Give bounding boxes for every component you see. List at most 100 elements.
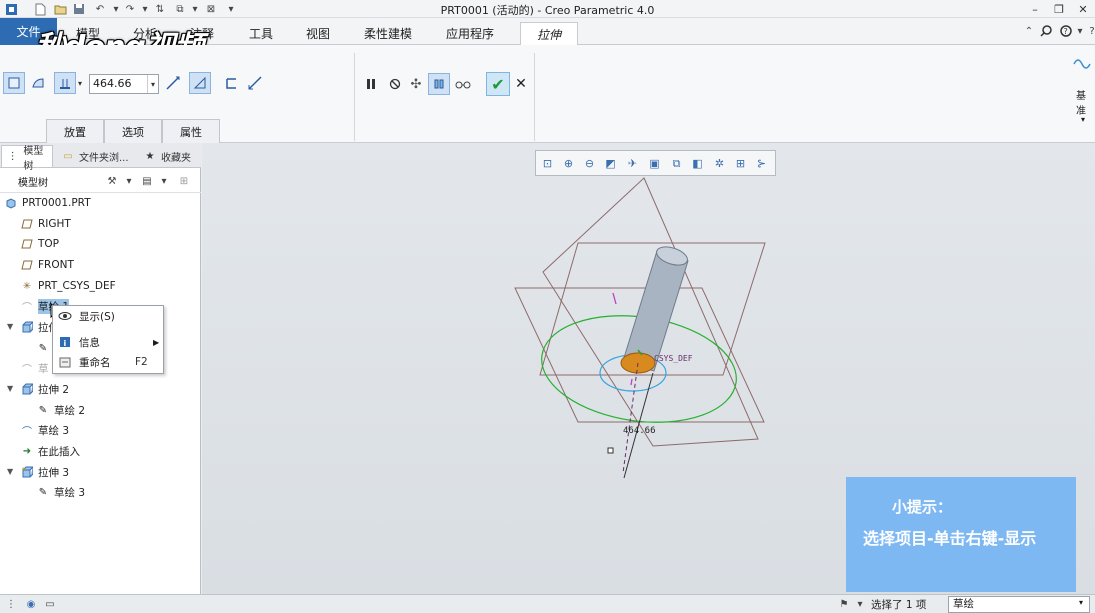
tree-item-right[interactable]: RIGHT [20, 215, 71, 233]
tab-applications[interactable]: 应用程序 [434, 22, 506, 45]
depth-type-dropdown-icon[interactable]: ▾ [75, 72, 85, 94]
attached-preview-icon[interactable] [428, 73, 450, 95]
model-tree-toolbar: 模型树 ⚒ ▾ ▤ ▾ ⊞ [0, 169, 201, 193]
tree-item-csys[interactable]: ✳ PRT_CSYS_DEF [20, 277, 116, 295]
tab-flexible-modeling[interactable]: 柔性建模 [352, 22, 424, 45]
tree-item-top[interactable]: TOP [20, 235, 59, 253]
no-preview-icon[interactable] [384, 73, 406, 95]
tree-item-part[interactable]: PRT0001.PRT [4, 194, 91, 212]
rename-icon [58, 355, 72, 369]
tree-item-sketch-hidden[interactable]: ⌒ 草 [20, 359, 49, 377]
tab-favorites[interactable]: ★ 收藏夹 [139, 145, 199, 167]
tree-show-dropdown-icon[interactable]: ▾ [156, 173, 172, 189]
selection-filter-icon[interactable]: ⚑ [836, 596, 852, 612]
tree-item-label: PRT0001.PRT [22, 197, 91, 209]
depth-dropdown-icon[interactable]: ▾ [147, 75, 158, 93]
menu-item-show[interactable]: 显示(S) [53, 307, 163, 325]
navigator-toggle-icon[interactable]: ⋮ [3, 596, 19, 612]
tree-item-sketch-3-child[interactable]: ✎ 草绘 3 [36, 483, 85, 501]
tree-item-label: 拉伸 2 [38, 383, 70, 396]
datum-dropdown-icon[interactable]: ▾ [1081, 115, 1085, 124]
tree-item-label: PRT_CSYS_DEF [38, 280, 116, 292]
menu-item-label: 显示(S) [79, 310, 115, 323]
tree-item-extrude-2[interactable]: 拉伸 2 [20, 380, 69, 398]
pause-icon[interactable] [360, 73, 382, 95]
tree-settings-icon[interactable]: ⚒ [104, 173, 120, 189]
dimension-label[interactable]: 464.66 [623, 426, 656, 436]
tree-item-insert-here[interactable]: ➜ 在此插入 [20, 442, 80, 460]
restore-button[interactable]: ❐ [1049, 1, 1069, 17]
tab-extrude[interactable]: 拉伸 [520, 22, 578, 45]
datum-plane-icon [20, 217, 34, 231]
remove-material-icon[interactable] [189, 72, 211, 94]
surface-icon[interactable] [27, 72, 49, 94]
menu-item-info[interactable]: i 信息 ▶ [53, 333, 163, 351]
verify-mode-icon[interactable] [452, 73, 474, 95]
drag-handle[interactable] [607, 447, 614, 454]
minimize-button[interactable]: – [1025, 1, 1045, 17]
solid-icon[interactable] [3, 72, 25, 94]
tip-body: 选择项目-单击右键-显示 [863, 529, 1037, 548]
model-tree-title: 模型树 [18, 178, 48, 189]
datum-icon[interactable] [1071, 53, 1093, 75]
search-icon[interactable] [1038, 23, 1054, 39]
datum-label[interactable]: 基准 [1076, 87, 1095, 117]
submenu-arrow-icon: ▶ [153, 337, 160, 347]
close-button[interactable]: ✕ [1073, 1, 1093, 17]
tree-item-front[interactable]: FRONT [20, 256, 74, 274]
depth-type-icon[interactable] [54, 72, 76, 94]
show-eye-icon [58, 309, 72, 323]
full-screen-icon[interactable]: ▭ [42, 596, 58, 612]
tab-view[interactable]: 视图 [294, 22, 342, 45]
tree-show-icon[interactable]: ▤ [139, 173, 155, 189]
expand-extrude-2-icon[interactable]: ▼ [7, 384, 13, 393]
tip-title: 小提示： [892, 498, 953, 516]
tab-properties[interactable]: 属性 [162, 119, 220, 143]
tab-tools[interactable]: 工具 [237, 22, 285, 45]
tree-item-label: 草 [38, 362, 49, 375]
tree-filter-icon[interactable]: ⊞ [176, 173, 192, 189]
csys-axis [630, 378, 633, 386]
selection-dropdown-icon[interactable]: ▾ [852, 596, 868, 612]
menu-item-rename[interactable]: 重命名 F2 [53, 353, 163, 371]
thicken-sketch-icon[interactable] [220, 72, 242, 94]
tab-folder-browser-label: 文件夹浏... [79, 152, 129, 164]
tip-box: 小提示： 选择项目-单击右键-显示 [846, 477, 1076, 592]
tree-item-sketch-3[interactable]: ⌒ 草绘 3 [20, 421, 69, 439]
csys-label: CSYS_DEF [654, 354, 693, 363]
tree-item-label: RIGHT [38, 218, 71, 230]
expand-extrude-1-icon[interactable]: ▼ [7, 322, 13, 331]
ok-button[interactable]: ✔ [486, 72, 510, 96]
browser-toggle-icon[interactable]: ◉ [23, 596, 39, 612]
tree-item-extrude-3[interactable]: ✶ 拉伸 3 [20, 463, 69, 481]
expand-extrude-3-icon[interactable]: ▼ [7, 467, 13, 476]
tab-model-tree[interactable]: ⋮ 模型树 [1, 145, 53, 172]
sketch-hidden-icon: ⌒ [22, 364, 32, 376]
separate-preview-icon[interactable]: ✣ [405, 73, 427, 95]
tab-model-tree-label: 模型树 [23, 145, 44, 172]
flip-direction-icon[interactable] [162, 72, 184, 94]
tab-placement[interactable]: 放置 [46, 119, 104, 143]
extrude-icon [20, 320, 34, 334]
tab-options[interactable]: 选项 [104, 119, 162, 143]
model-tree-icon: ⋮ [7, 151, 18, 162]
filter-dropdown-icon[interactable]: ▾ [1079, 598, 1083, 607]
tab-folder-browser[interactable]: ▭ 文件夹浏... [57, 145, 137, 167]
tree-item-label: 草绘 3 [38, 424, 70, 437]
extrude-icon [20, 382, 34, 396]
tree-settings-dropdown-icon[interactable]: ▾ [121, 173, 137, 189]
thicken-flip-icon[interactable] [244, 72, 266, 94]
tree-item-sketch-2[interactable]: ✎ 草绘 2 [36, 401, 85, 419]
csys-axis [612, 292, 617, 305]
collapse-ribbon-icon[interactable]: ⌃ [1021, 23, 1037, 39]
svg-text:i: i [64, 339, 67, 348]
window-title: PRT0001 (活动的) - Creo Parametric 4.0 [440, 4, 655, 17]
cancel-button[interactable]: ✕ [512, 74, 530, 94]
extrude-new-icon: ✶ [20, 465, 34, 479]
help-center-icon[interactable]: ? [1084, 23, 1095, 39]
insert-arrow-icon: ➜ [22, 445, 32, 457]
menu-item-label: 重命名 [79, 356, 111, 369]
tree-item-label: TOP [38, 238, 60, 250]
filter-select[interactable]: 草绘 [948, 596, 1090, 613]
context-menu: 显示(S) i 信息 ▶ 重命名 F2 [52, 305, 164, 374]
